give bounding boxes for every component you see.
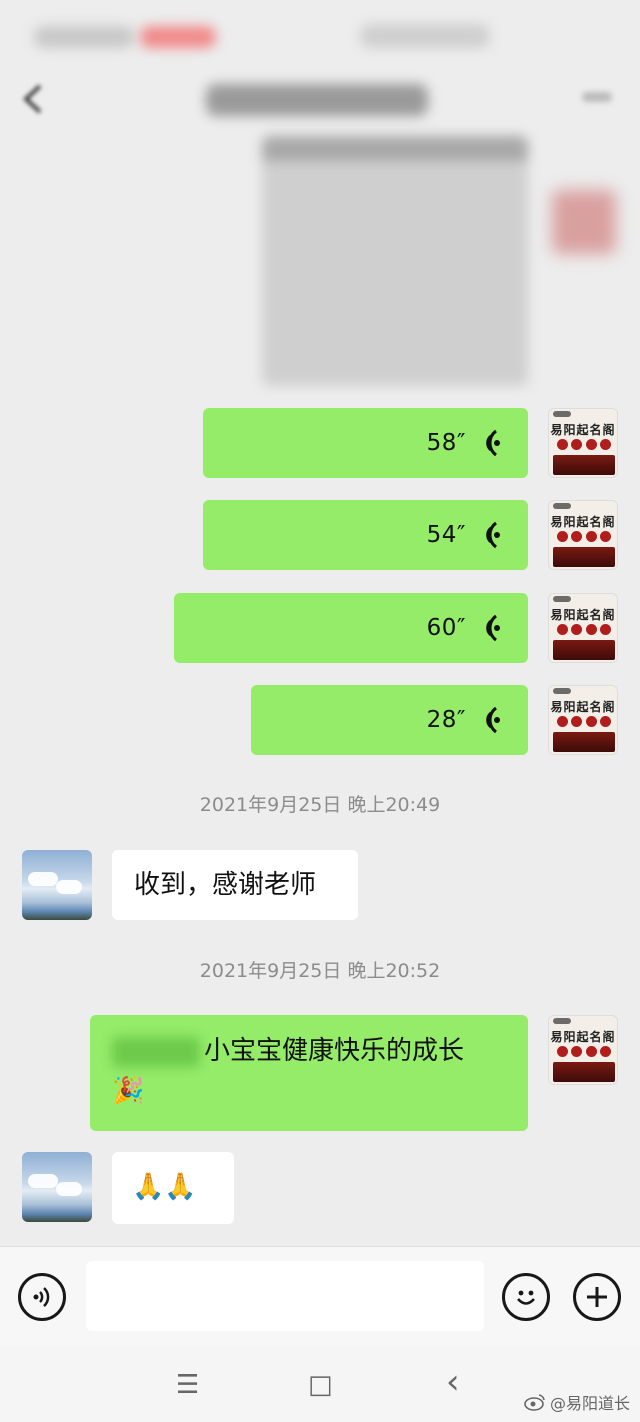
smile-icon [517,1290,535,1305]
my-avatar[interactable]: 易阳起名阁 [548,500,618,570]
menu-icon[interactable]: ☰ [176,1370,199,1400]
message-text: 收到，感谢老师 [134,870,317,900]
watermark-text: @易阳道长 [549,1394,630,1413]
voice-wave-icon [486,521,500,549]
status-icons-blur [360,24,490,48]
my-avatar[interactable]: 易阳起名阁 [548,593,618,663]
friend-message[interactable]: 收到，感谢老师 [112,850,358,920]
voice-duration: 58″ [426,430,466,456]
party-popper-emoji: 🎉 [112,1076,145,1106]
watermark: @易阳道长 [524,1390,630,1414]
my-avatar[interactable]: 易阳起名阁 [548,408,618,478]
voice-message[interactable]: 58″ [203,408,528,478]
voice-wave-icon [486,429,500,457]
voice-icon [33,1287,50,1307]
my-text-message[interactable]: 小宝宝健康快乐的成长 🎉 [90,1015,528,1131]
chat-title-blur [206,84,428,116]
message-input[interactable] [86,1261,484,1331]
voice-duration: 54″ [426,522,466,548]
voice-message[interactable]: 60″ [174,593,528,663]
back-icon[interactable] [18,82,52,116]
status-time-blur [34,26,134,48]
add-button[interactable] [573,1273,621,1321]
blurred-name [112,1036,200,1067]
my-avatar[interactable]: 易阳起名阁 [548,685,618,755]
message-text: 小宝宝健康快乐的成长 [204,1036,465,1066]
voice-message[interactable]: 28″ [251,685,528,755]
voice-input-button[interactable] [18,1273,66,1321]
friend-avatar[interactable] [22,850,92,920]
voice-message[interactable]: 54″ [203,500,528,570]
voice-wave-icon [486,706,500,734]
emoji-button[interactable] [502,1273,550,1321]
status-notification-blur [140,26,216,48]
plus-icon [587,1287,607,1307]
chat-header [0,62,640,142]
voice-duration: 60″ [426,615,466,641]
home-icon[interactable]: □ [308,1370,333,1400]
chat-timestamp: 2021年9月25日 晚上20:49 [199,794,441,816]
voice-duration: 28″ [426,707,466,733]
input-toolbar [0,1246,640,1346]
chat-timestamp: 2021年9月25日 晚上20:52 [199,960,441,982]
friend-avatar[interactable] [22,1152,92,1222]
my-avatar[interactable]: 易阳起名阁 [548,1015,618,1085]
weibo-icon [524,1394,545,1411]
friend-message[interactable]: 🙏🙏 [112,1152,234,1224]
more-icon[interactable] [582,92,612,102]
back-nav-icon[interactable]: ‹ [446,1362,460,1402]
pray-emoji: 🙏🙏 [132,1172,197,1202]
my-avatar-blurred[interactable] [552,190,616,254]
voice-wave-icon [486,614,500,642]
image-message[interactable] [262,136,528,386]
